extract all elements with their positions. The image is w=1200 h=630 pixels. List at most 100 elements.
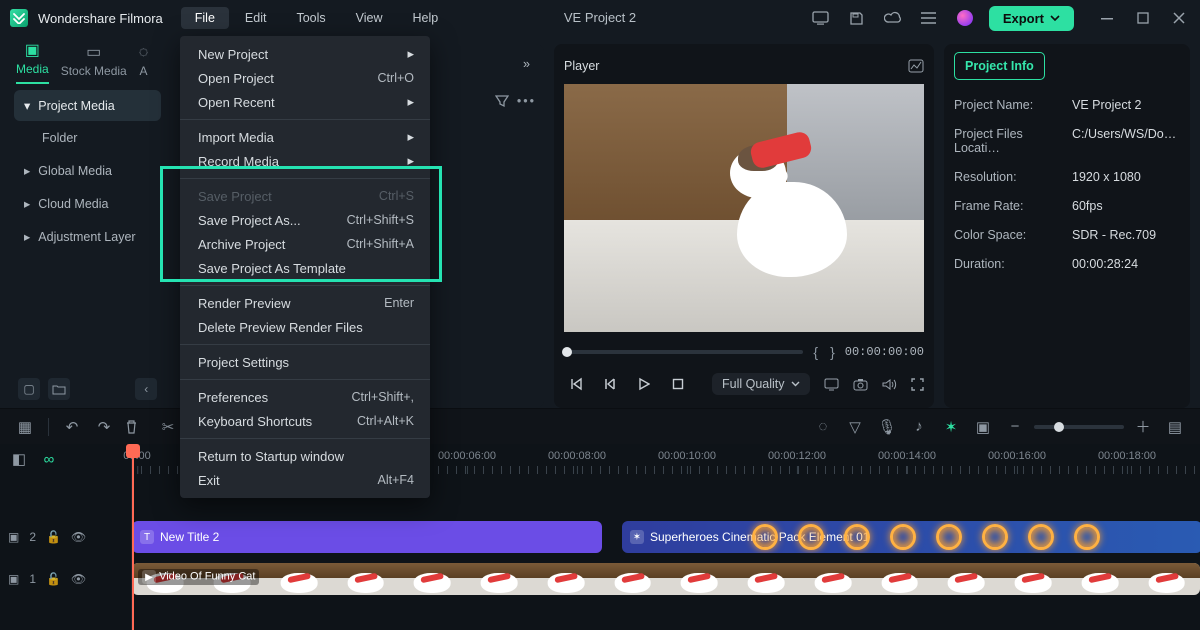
render-preview-icon[interactable]: ▣ (972, 418, 994, 436)
profile-orb-icon[interactable] (953, 6, 977, 30)
tab-stock-media[interactable]: ▭ Stock Media (61, 42, 127, 84)
submenu-arrow-icon: ▸ (407, 129, 414, 145)
chevron-down-icon: ▾ (24, 98, 30, 113)
file-return-startup[interactable]: Return to Startup window (180, 444, 430, 468)
sidebar-item-global-media[interactable]: ▸ Global Media (14, 155, 161, 186)
stop-button[interactable] (666, 372, 690, 396)
auto-ripple-icon[interactable]: ◌ (812, 418, 834, 435)
menu-tools[interactable]: Tools (282, 7, 339, 29)
pi-val: VE Project 2 (1072, 98, 1180, 112)
menu-edit[interactable]: Edit (231, 7, 281, 29)
pi-key: Project Name: (954, 98, 1072, 112)
menu-view[interactable]: View (342, 7, 397, 29)
chevron-right-icon: ▸ (24, 196, 30, 211)
clip-title[interactable]: T New Title 2 (132, 521, 602, 553)
window-minimize-button[interactable] (1092, 6, 1122, 30)
playback-quality-select[interactable]: Full Quality (712, 373, 810, 395)
player-preview[interactable] (564, 84, 924, 332)
project-info-panel: Project Info Project Name:VE Project 2 P… (944, 44, 1190, 408)
collapse-sidebar-button[interactable]: ‹ (135, 378, 157, 400)
project-info-tab[interactable]: Project Info (954, 52, 1045, 80)
voiceover-icon[interactable]: 🎙 (876, 418, 898, 436)
clip-sfx[interactable]: ✶ Superheroes Cinematic Pack Element 01 (622, 521, 1200, 553)
save-icon[interactable] (845, 6, 869, 30)
cloud-icon[interactable] (881, 6, 905, 30)
file-new-project[interactable]: New Project▸ (180, 42, 430, 66)
zoom-out-button[interactable]: − (1004, 418, 1026, 435)
submenu-arrow-icon: ▸ (407, 153, 414, 169)
step-back-button[interactable] (598, 372, 622, 396)
link-tool-icon[interactable]: ∞ (38, 451, 60, 468)
sidebar-item-cloud-media[interactable]: ▸ Cloud Media (14, 188, 161, 219)
timeline-playhead[interactable] (132, 444, 134, 630)
timeline-track-overlay-2[interactable]: T New Title 2 ✶ Superheroes Cinematic Pa… (132, 516, 1200, 558)
play-button[interactable] (632, 372, 656, 396)
ruler-tick: 00:00:10:00 (658, 450, 716, 462)
pi-val: SDR - Rec.709 (1072, 228, 1180, 242)
sidebar-item-adjustment-layer[interactable]: ▸ Adjustment Layer (14, 221, 161, 252)
layout-icon[interactable]: ▦ (14, 418, 36, 436)
filter-icon[interactable] (495, 94, 509, 108)
redo-button[interactable]: ↷ (93, 418, 115, 436)
file-keyboard-shortcuts[interactable]: Keyboard ShortcutsCtrl+Alt+K (180, 409, 430, 433)
lock-icon[interactable]: 🔓 (46, 572, 61, 586)
snapshot-icon[interactable] (853, 378, 868, 391)
panel-more-tabs-button[interactable]: » (517, 53, 536, 75)
menu-help[interactable]: Help (399, 7, 453, 29)
submenu-arrow-icon: ▸ (407, 46, 414, 62)
file-save-project-as[interactable]: Save Project As...Ctrl+Shift+S (180, 208, 430, 232)
more-options-icon[interactable]: ••• (517, 94, 536, 108)
file-import-media[interactable]: Import Media▸ (180, 125, 430, 149)
timeline-track-video-1[interactable]: ▶ Video Of Funny Cat (132, 558, 1200, 600)
tab-media[interactable]: ▣ Media (16, 40, 49, 84)
timeline-view-options-icon[interactable]: ▤ (1164, 418, 1186, 436)
file-save-as-template[interactable]: Save Project As Template (180, 256, 430, 280)
file-open-recent[interactable]: Open Recent▸ (180, 90, 430, 114)
file-exit[interactable]: ExitAlt+F4 (180, 468, 430, 492)
new-folder-button[interactable] (48, 378, 70, 400)
select-tool-icon[interactable]: ◧ (8, 450, 30, 468)
hamburger-icon[interactable] (917, 6, 941, 30)
auto-beat-sync-icon[interactable]: ✶ (940, 418, 962, 436)
undo-button[interactable]: ↶ (61, 418, 83, 436)
screen-icon[interactable] (809, 6, 833, 30)
file-preferences[interactable]: PreferencesCtrl+Shift+, (180, 385, 430, 409)
file-render-preview[interactable]: Render PreviewEnter (180, 291, 430, 315)
export-button[interactable]: Export (989, 6, 1074, 31)
file-project-settings[interactable]: Project Settings (180, 350, 430, 374)
window-close-button[interactable] (1164, 6, 1194, 30)
marker-icon[interactable]: ▽ (844, 418, 866, 436)
zoom-in-button[interactable]: ＋ (1132, 416, 1154, 437)
file-delete-render[interactable]: Delete Preview Render Files (180, 315, 430, 339)
file-archive-project[interactable]: Archive ProjectCtrl+Shift+A (180, 232, 430, 256)
scopes-icon[interactable] (908, 59, 924, 73)
track-header-overlay-2[interactable]: ▣ 2 🔓 👁 (0, 516, 131, 558)
prev-frame-button[interactable] (564, 372, 588, 396)
sidebar-item-folder[interactable]: Folder (14, 123, 161, 153)
mark-in-button[interactable]: { (811, 344, 820, 360)
audio-mixer-icon[interactable]: ♪ (908, 418, 930, 435)
file-record-media[interactable]: Record Media▸ (180, 149, 430, 173)
mark-out-button[interactable]: } (828, 344, 837, 360)
clip-video[interactable]: ▶ Video Of Funny Cat (132, 563, 1200, 595)
sidebar-item-project-media[interactable]: ▾ Project Media (14, 90, 161, 121)
fullscreen-icon[interactable] (911, 378, 924, 391)
visibility-icon[interactable]: 👁 (71, 572, 86, 586)
file-open-project[interactable]: Open ProjectCtrl+O (180, 66, 430, 90)
visibility-icon[interactable]: 👁 (71, 530, 86, 544)
delete-button[interactable] (125, 420, 147, 434)
export-label: Export (1003, 11, 1044, 26)
lock-icon[interactable]: 🔓 (46, 530, 61, 544)
display-settings-icon[interactable] (824, 378, 839, 391)
split-button[interactable]: ✂ (157, 418, 179, 436)
new-bin-button[interactable]: ▢ (18, 378, 40, 400)
window-maximize-button[interactable] (1128, 6, 1158, 30)
player-progress-slider[interactable] (564, 350, 803, 354)
pi-val: 60fps (1072, 199, 1180, 213)
volume-icon[interactable] (882, 378, 897, 391)
menu-file[interactable]: File (181, 7, 229, 29)
track-header-video-1[interactable]: ▣ 1 🔓 👁 (0, 558, 131, 600)
zoom-slider[interactable] (1034, 425, 1124, 429)
tab-third[interactable]: ◌ A (139, 44, 149, 84)
file-menu-dropdown: New Project▸ Open ProjectCtrl+O Open Rec… (180, 36, 430, 498)
